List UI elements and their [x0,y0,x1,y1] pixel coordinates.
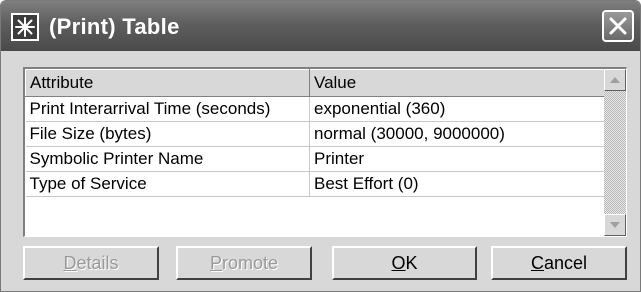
details-button[interactable]: Details [23,246,159,280]
promote-label: romote [221,253,279,273]
ok-label: K [405,253,418,273]
table-row[interactable]: Symbolic Printer Name Printer [25,146,606,172]
chevron-up-icon [610,77,620,83]
promote-button[interactable]: Promote [176,246,312,280]
attribute-column-header[interactable]: Attribute [25,69,310,97]
attribute-cell[interactable]: Print Interarrival Time (seconds) [25,96,310,122]
value-column-header[interactable]: Value [309,69,606,97]
details-label: etails [76,253,119,273]
ok-mnemonic: O [391,253,406,273]
window-title: (Print) Table [49,14,180,39]
value-cell[interactable]: exponential (360) [309,96,606,122]
app-star-icon[interactable] [11,13,39,41]
value-cell[interactable]: normal (30000, 9000000) [309,121,606,147]
value-cell[interactable]: Printer [309,146,606,172]
table-header-row: Attribute Value [25,69,606,97]
scroll-up-button[interactable] [604,69,626,91]
value-cell[interactable]: Best Effort (0) [309,171,606,197]
cancel-button[interactable]: Cancel [491,246,627,280]
scroll-down-button[interactable] [604,214,626,236]
close-icon [609,17,627,35]
attribute-cell[interactable]: Type of Service [25,171,310,197]
table-row[interactable]: Type of Service Best Effort (0) [25,171,606,197]
print-table-dialog: (Print) Table Attribute Value Print Inte… [0,0,641,292]
cancel-mnemonic: C [530,253,544,273]
title-bar[interactable]: (Print) Table [1,1,640,51]
chevron-down-icon [610,222,620,228]
attribute-cell[interactable]: File Size (bytes) [25,121,310,147]
attribute-cell[interactable]: Symbolic Printer Name [25,146,310,172]
attribute-table: Attribute Value Print Interarrival Time … [23,67,627,237]
table-row[interactable]: Print Interarrival Time (seconds) expone… [25,96,606,122]
table-row[interactable]: File Size (bytes) normal (30000, 9000000… [25,121,606,147]
ok-button[interactable]: OK [332,246,477,280]
vertical-scrollbar[interactable] [604,69,626,236]
cancel-label: ancel [543,253,588,273]
details-mnemonic: D [63,253,77,273]
promote-mnemonic: P [209,253,222,273]
close-button[interactable] [602,10,634,42]
